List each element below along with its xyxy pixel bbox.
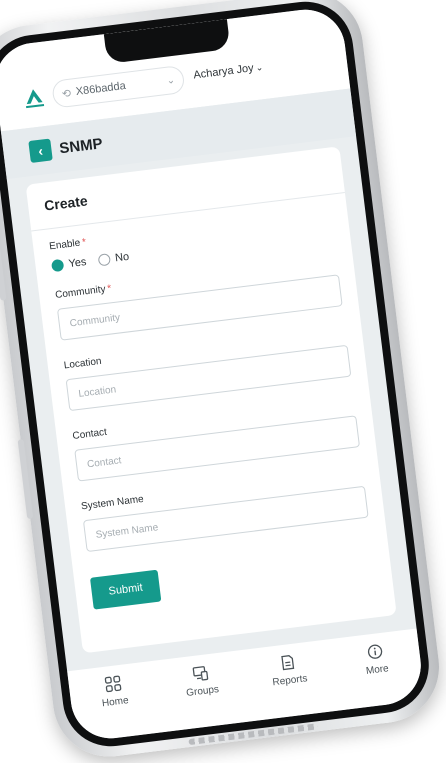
nav-item-reports[interactable]: Reports (257, 651, 320, 690)
enable-no-radio[interactable]: No (98, 251, 130, 267)
nav-label: Groups (186, 684, 220, 699)
location-field: Location (63, 326, 351, 411)
nav-label: Home (101, 695, 129, 709)
nav-item-groups[interactable]: Groups (170, 662, 233, 701)
tenant-label: X86badda (75, 75, 167, 98)
enable-yes-radio[interactable]: Yes (51, 256, 87, 272)
back-button[interactable]: ‹ (28, 138, 53, 163)
nav-item-more[interactable]: More (344, 640, 407, 679)
radio-unselected-icon (98, 253, 111, 266)
radio-label: No (114, 251, 129, 265)
chevron-left-icon: ‹ (37, 144, 43, 158)
report-icon (279, 654, 297, 672)
user-menu[interactable]: Acharya Joy ⌄ (193, 61, 264, 81)
community-label-text: Community (55, 284, 107, 301)
create-form-card: Create Enable* Yes No (26, 146, 397, 653)
required-marker: * (82, 237, 87, 248)
submit-button[interactable]: Submit (90, 570, 161, 610)
refresh-icon: ⟲ (61, 86, 72, 100)
page-title: SNMP (58, 135, 103, 157)
radio-selected-icon (51, 259, 64, 272)
radio-label: Yes (68, 256, 87, 270)
tenant-selector[interactable]: ⟲ X86badda ⌄ (51, 65, 185, 109)
devices-icon (191, 664, 209, 682)
grid-icon (104, 675, 122, 693)
nav-item-home[interactable]: Home (82, 672, 145, 711)
phone-mockup: ⟲ X86badda ⌄ Acharya Joy ⌄ ‹ SNMP Create… (0, 0, 445, 763)
contact-field: Contact (72, 396, 360, 481)
form-body: Enable* Yes No Community* (31, 193, 393, 624)
enable-label-text: Enable (49, 238, 81, 253)
required-marker: * (107, 283, 112, 294)
community-field: Community* (55, 255, 343, 340)
nav-label: Reports (272, 673, 308, 688)
nav-label: More (365, 663, 389, 677)
user-name: Acharya Joy (193, 62, 255, 81)
system-name-field: System Name (81, 467, 369, 552)
brand-logo-icon[interactable] (22, 86, 47, 111)
info-icon (366, 643, 384, 661)
chevron-down-icon: ⌄ (166, 74, 176, 86)
chevron-down-icon: ⌄ (255, 62, 264, 74)
